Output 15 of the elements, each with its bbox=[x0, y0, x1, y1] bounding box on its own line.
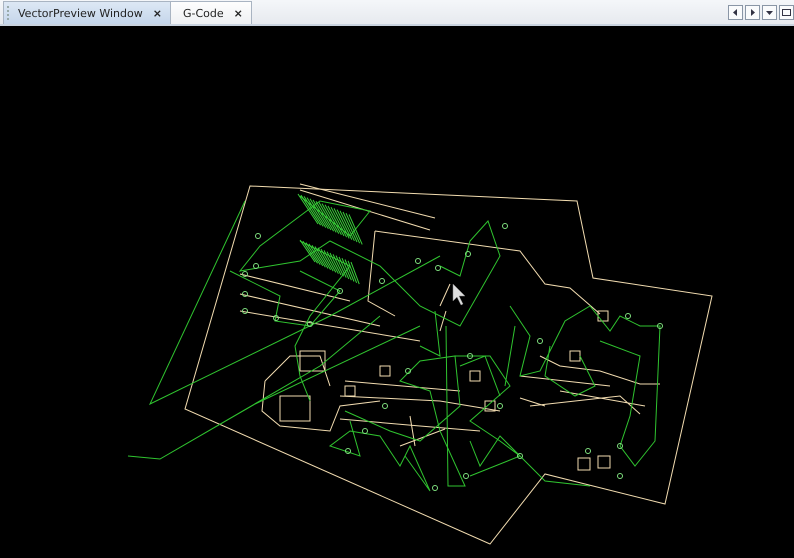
scroll-left-button[interactable] bbox=[728, 4, 743, 20]
maximize-button[interactable] bbox=[779, 4, 794, 20]
close-button[interactable]: × bbox=[150, 6, 164, 20]
scroll-right-button[interactable] bbox=[745, 4, 760, 20]
grip-icon bbox=[7, 6, 11, 22]
tab[interactable]: G-Code × bbox=[170, 1, 252, 24]
dropdown-button[interactable] bbox=[762, 4, 777, 20]
tab-label: G-Code bbox=[182, 6, 224, 20]
tab[interactable]: VectorPreview Window × bbox=[3, 1, 171, 24]
tab-label: VectorPreview Window bbox=[18, 6, 143, 20]
right-arrow-icon bbox=[748, 8, 757, 16]
window-icon bbox=[782, 8, 791, 16]
left-arrow-icon bbox=[731, 8, 740, 16]
mouse-cursor-icon bbox=[452, 284, 466, 306]
close-button[interactable]: × bbox=[232, 6, 245, 20]
